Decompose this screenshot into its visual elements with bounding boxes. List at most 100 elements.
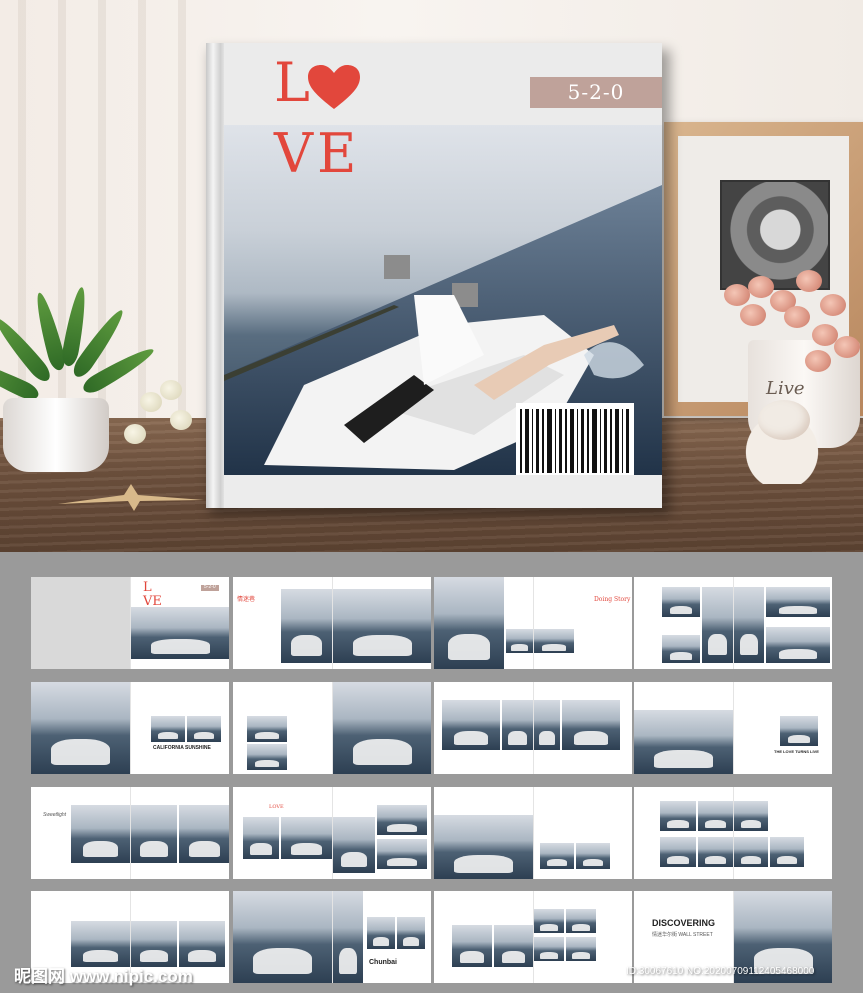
rose-flower — [805, 350, 831, 372]
spread-photo — [780, 716, 818, 746]
flower-bud — [140, 392, 162, 412]
spread-photo — [566, 909, 596, 933]
spread-11 — [434, 787, 632, 879]
rose-flower — [796, 270, 822, 292]
spread-photo — [634, 710, 733, 774]
spread-photo — [502, 700, 533, 750]
spread-page — [533, 682, 632, 774]
spread-photo — [734, 587, 764, 663]
spread-page: Doing Story — [533, 577, 632, 669]
spread-photo — [562, 700, 620, 750]
spread-photo — [333, 589, 431, 663]
cover-title-ve: VE — [274, 122, 361, 185]
spread-photo — [367, 917, 395, 949]
spread-photo — [31, 682, 130, 774]
spread-3: Doing Story — [434, 577, 632, 669]
spread-page — [332, 577, 431, 669]
spread-photo — [151, 716, 185, 742]
spread-page — [434, 787, 533, 879]
spread-photo — [131, 805, 177, 863]
spread-photo — [534, 909, 564, 933]
spread-page — [634, 577, 733, 669]
plant-pot — [3, 398, 109, 472]
spread-photo — [702, 587, 733, 663]
spread-photo — [281, 589, 332, 663]
spread-7 — [434, 682, 632, 774]
spread-photo — [333, 891, 363, 983]
rose-flower — [820, 294, 846, 316]
spread-page — [233, 891, 332, 983]
spread-preview-grid: L VE 5-2-0 情迷巷 Doing Story CALIFORNIA SU… — [0, 552, 863, 993]
spread-photo — [534, 937, 564, 961]
spread-photo — [397, 917, 425, 949]
spread-photo — [179, 921, 225, 967]
flower-bud — [124, 424, 146, 444]
spread-15 — [434, 891, 632, 983]
spread-title: DISCOVERING — [652, 918, 716, 928]
spread-page — [434, 682, 533, 774]
spread-photo — [71, 921, 130, 967]
spread-photo — [281, 817, 332, 859]
spread-page — [533, 787, 632, 879]
spread-photo — [506, 629, 533, 653]
spread-photo — [494, 925, 533, 967]
spread-page — [634, 787, 733, 879]
spread-photo — [660, 837, 696, 867]
spread-page — [233, 682, 332, 774]
barcode — [516, 403, 634, 475]
rose-flower — [740, 304, 766, 326]
spread-photo — [662, 587, 700, 617]
spread-page — [130, 787, 229, 879]
spread-8: THE LOVE TURNS LIVE — [634, 682, 832, 774]
spread-12 — [634, 787, 832, 879]
spread-cover: L VE 5-2-0 — [31, 577, 229, 669]
spread-title: THE LOVE TURNS LIVE — [774, 749, 819, 754]
spread-photo — [187, 716, 221, 742]
spread-subtitle: 情迷华尔街 WALL STREET — [652, 932, 713, 938]
spread-photo — [698, 801, 733, 831]
dog-figurine-head — [758, 400, 810, 440]
product-scene: Live L VE 5-2-0 — [0, 0, 863, 552]
spread-page: 情迷巷 — [233, 577, 332, 669]
spread-photo — [131, 607, 229, 659]
spread-5: CALIFORNIA SUNSHINE — [31, 682, 229, 774]
spread-photo — [71, 805, 130, 863]
rose-flower — [784, 306, 810, 328]
spread-photo — [770, 837, 804, 867]
heart-icon — [308, 65, 360, 109]
spread-photo — [247, 716, 287, 742]
spread-page — [434, 577, 533, 669]
rose-flower — [724, 284, 750, 306]
screenshot-root: Live L VE 5-2-0 L VE 5-2-0 情迷巷 Doing Sto… — [0, 0, 863, 993]
spread-photo — [534, 629, 574, 653]
flower-bud — [160, 380, 182, 400]
spread-page — [733, 787, 832, 879]
spread-page — [31, 682, 130, 774]
mini-cover-ve: VE — [143, 594, 162, 609]
cover-date-tag: 5-2-0 — [530, 77, 662, 108]
spread-page — [733, 577, 832, 669]
spread-photo — [179, 805, 229, 863]
spread-title: LOVE — [269, 804, 284, 810]
spread-photo — [766, 587, 830, 617]
spread-photo — [698, 837, 733, 867]
spread-photo — [766, 627, 830, 663]
spread-photo — [540, 843, 574, 869]
spread-photo — [333, 682, 431, 774]
spread-photo — [233, 891, 332, 983]
spread-2: 情迷巷 — [233, 577, 431, 669]
barcode-bars — [520, 409, 629, 473]
spread-photo — [377, 805, 427, 835]
spread-title: Doing Story — [594, 596, 631, 603]
spread-photo — [442, 700, 500, 750]
spread-title: Sweetlight — [43, 812, 67, 818]
spread-photo — [434, 815, 533, 879]
spread-6 — [233, 682, 431, 774]
watermark-site: 昵图网 www.nipic.com — [14, 967, 193, 986]
spread-photo — [566, 937, 596, 961]
spread-page — [533, 891, 632, 983]
flower-bud — [170, 410, 192, 430]
vase-lettering: Live — [766, 378, 805, 399]
cover-title-l: L — [274, 51, 310, 114]
spread-photo — [734, 837, 768, 867]
